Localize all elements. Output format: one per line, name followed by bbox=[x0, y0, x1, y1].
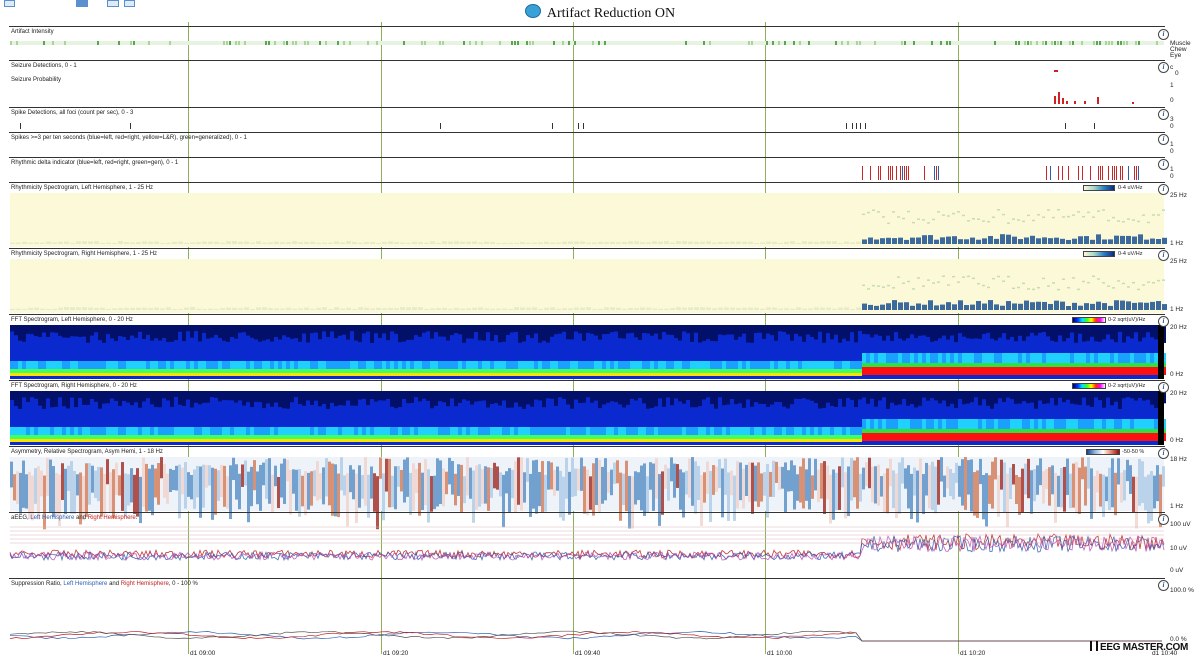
info-icon[interactable]: i bbox=[1158, 514, 1169, 525]
scale-label: 100.0 % bbox=[1170, 587, 1194, 594]
scale-label: 0 Hz bbox=[1170, 371, 1184, 378]
info-icon[interactable]: i bbox=[1158, 184, 1169, 195]
info-icon[interactable]: i bbox=[1158, 316, 1169, 327]
colorbar-label: -50-50 % bbox=[1122, 449, 1145, 455]
scale-label: 0 Hz bbox=[1170, 437, 1184, 444]
panel-artifact-intensity: Artifact Intensity bbox=[9, 26, 1165, 60]
scale-label: 10 uV bbox=[1170, 545, 1187, 552]
panel-label: FFT Spectrogram, Left Hemisphere, 0 - 20… bbox=[11, 317, 133, 323]
panel-rhythmicity-right: Rhythmicity Spectrogram, Right Hemispher… bbox=[9, 248, 1165, 314]
info-icon[interactable]: i bbox=[1158, 448, 1169, 459]
scale-label: 20 Hz bbox=[1170, 324, 1187, 331]
scale-label: 0 bbox=[1170, 173, 1174, 180]
scale-label: 100 uV bbox=[1170, 521, 1191, 528]
panel-aeeg: aEEG, Left Hemisphere and Right Hemisphe… bbox=[9, 512, 1165, 578]
panel-fft-right: FFT Spectrogram, Right Hemisphere, 0 - 2… bbox=[9, 380, 1165, 446]
scale-label: 25 Hz bbox=[1170, 258, 1187, 265]
scale-label: 1 Hz bbox=[1170, 240, 1184, 247]
panel-rhythmic-delta: Rhythmic delta indicator (blue=left, red… bbox=[9, 157, 1165, 182]
time-tick: d1 09:40 bbox=[575, 650, 601, 657]
scale-label: 0 bbox=[1175, 70, 1179, 77]
info-icon[interactable]: i bbox=[1158, 580, 1169, 591]
scale-label: 20 Hz bbox=[1170, 390, 1187, 397]
panel-label: Asymmetry, Relative Spectrogram, Asym He… bbox=[11, 449, 163, 455]
panel-spikes-ten-seconds: Spikes >=3 per ten seconds (blue=left, r… bbox=[9, 132, 1165, 157]
panel-label: Rhythmic delta indicator (blue=left, red… bbox=[11, 160, 179, 166]
panel-label: aEEG, Left Hemisphere and Right Hemisphe… bbox=[11, 515, 138, 521]
scale-label: 0 bbox=[1170, 97, 1174, 104]
panel-label: FFT Spectrogram, Right Hemisphere, 0 - 2… bbox=[11, 383, 137, 389]
panel-label: Rhythmicity Spectrogram, Right Hemispher… bbox=[11, 251, 158, 257]
scale-label: 1 bbox=[1170, 166, 1174, 173]
panel-fft-left: FFT Spectrogram, Left Hemisphere, 0 - 20… bbox=[9, 314, 1165, 380]
scale-label: 1 Hz bbox=[1170, 503, 1184, 510]
panel-label: Seizure Detections, 0 - 1 bbox=[11, 63, 77, 69]
scale-label: 18 Hz bbox=[1170, 456, 1187, 463]
eegmaster-logo: EEG MASTER.COM bbox=[1090, 641, 1188, 653]
colorbar bbox=[1072, 383, 1106, 389]
scale-label: 1 bbox=[1170, 141, 1174, 148]
info-icon[interactable]: i bbox=[1158, 382, 1169, 393]
time-tick: d1 09:20 bbox=[383, 650, 409, 657]
scale-label: 0 bbox=[1170, 123, 1174, 130]
scale-label: 1 Hz bbox=[1170, 306, 1184, 313]
panel-asymmetry: Asymmetry, Relative Spectrogram, Asym He… bbox=[9, 446, 1165, 512]
info-icon[interactable]: i bbox=[1158, 159, 1169, 170]
panel-label: Spike Detections, all foci (count per se… bbox=[11, 110, 134, 116]
colorbar-label: 0-2 sqrt(uV)/Hz bbox=[1108, 383, 1146, 389]
colorbar-label: 0-4 uV/Hz bbox=[1118, 185, 1143, 191]
colorbar-label: 0-2 sqrt(uV)/Hz bbox=[1108, 317, 1146, 323]
panel-label: Spikes >=3 per ten seconds (blue=left, r… bbox=[11, 135, 247, 141]
scale-label: 1 bbox=[1170, 82, 1174, 89]
time-tick: d1 10:20 bbox=[960, 650, 986, 657]
scale-label: c bbox=[1170, 64, 1174, 71]
info-icon[interactable]: i bbox=[1158, 250, 1169, 261]
scale-label: 3 bbox=[1170, 116, 1174, 123]
info-icon[interactable]: i bbox=[1158, 62, 1169, 73]
panel-label: Suppression Ratio, Left Hemisphere and R… bbox=[11, 581, 198, 587]
panel-label: Rhythmicity Spectrogram, Left Hemisphere… bbox=[11, 185, 154, 191]
eeg-trend-viewer: Artifact Reduction ON Artifact Intensity… bbox=[0, 0, 1200, 661]
panel-label: Artifact Intensity bbox=[11, 29, 54, 35]
panel-suppression-ratio: Suppression Ratio, Left Hemisphere and R… bbox=[9, 578, 1165, 644]
panel-rhythmicity-left: Rhythmicity Spectrogram, Left Hemisphere… bbox=[9, 182, 1165, 248]
info-icon[interactable]: i bbox=[1158, 134, 1169, 145]
panel-spike-detections: Spike Detections, all foci (count per se… bbox=[9, 107, 1165, 132]
scale-label: 0 bbox=[1170, 148, 1174, 155]
scale-label: 0 uV bbox=[1170, 567, 1184, 574]
panel-label: Seizure Probability bbox=[11, 77, 62, 83]
logo-mark-icon bbox=[1090, 641, 1098, 651]
time-tick: d1 09:00 bbox=[190, 650, 216, 657]
colorbar bbox=[1086, 449, 1120, 455]
colorbar bbox=[1072, 317, 1106, 323]
scale-label: 25 Hz bbox=[1170, 192, 1187, 199]
panel-seizure: Seizure Detections, 0 - 1 Seizure Probab… bbox=[9, 60, 1165, 107]
info-icon[interactable]: i bbox=[1158, 29, 1169, 40]
time-tick: d1 10:00 bbox=[767, 650, 793, 657]
legend-eye: Eye bbox=[1170, 52, 1182, 59]
info-icon[interactable]: i bbox=[1158, 109, 1169, 120]
colorbar-label: 0-4 uV/Hz bbox=[1118, 251, 1143, 257]
colorbar bbox=[1083, 251, 1115, 257]
colorbar bbox=[1083, 185, 1115, 191]
